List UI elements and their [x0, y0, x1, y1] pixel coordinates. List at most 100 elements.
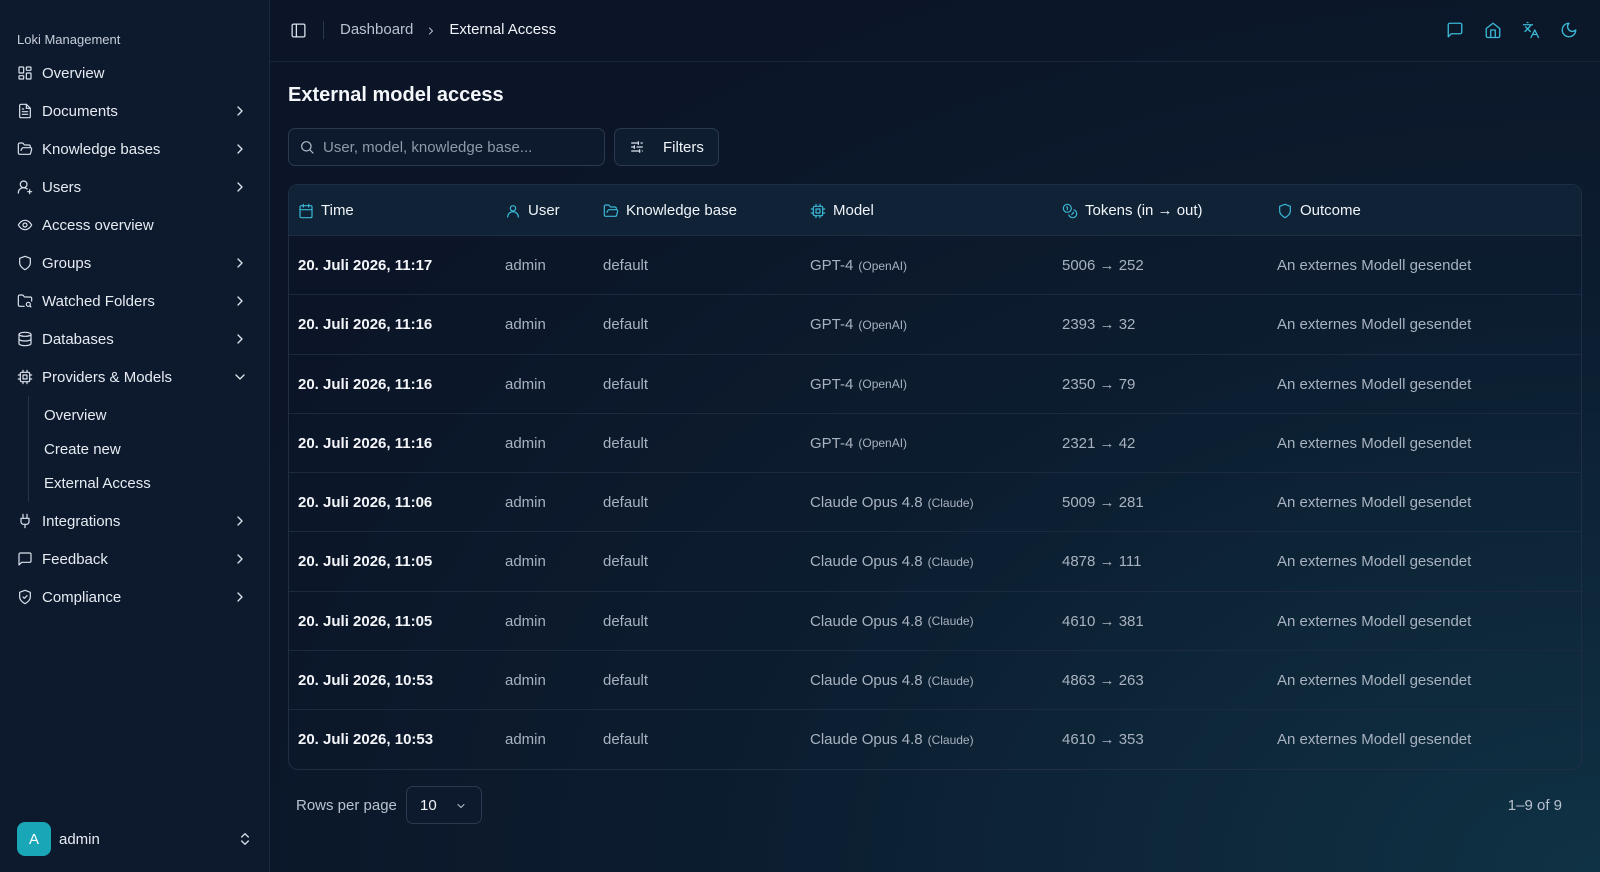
chevron-right-icon — [232, 589, 248, 605]
table-row[interactable]: 20. Juli 2026, 11:17 admin default GPT-4 (Op… — [289, 236, 1581, 296]
user-plus-icon — [17, 179, 33, 195]
pagination-range: 1–9 of 9 — [1507, 797, 1562, 814]
search-box — [288, 128, 605, 166]
table-header: Time User Knowledge base Model Tokens (i… — [289, 185, 1581, 236]
cell-model: GPT-4 (OpenAI) — [810, 295, 907, 354]
sidebar-toggle-icon[interactable] — [290, 22, 307, 39]
subnav-item-create-new[interactable]: Create new — [29, 432, 270, 466]
topbar-actions — [1428, 21, 1580, 41]
chevrons-up-down-icon — [237, 831, 253, 847]
divider — [323, 21, 324, 39]
message-icon[interactable] — [1446, 21, 1466, 41]
table-row[interactable]: 20. Juli 2026, 11:16 admin default GPT-4 (Op… — [289, 414, 1581, 474]
chevron-down-icon — [455, 799, 467, 811]
cell-model: GPT-4 (OpenAI) — [810, 414, 907, 473]
subnav-item-external-access[interactable]: External Access — [29, 466, 270, 500]
column-label: User — [528, 202, 560, 219]
table-row[interactable]: 20. Juli 2026, 10:53 admin default Claude O… — [289, 651, 1581, 711]
model-name: Claude Opus 4.8 — [810, 553, 923, 571]
user-menu[interactable]: A admin — [17, 822, 253, 856]
sidebar-item-feedback[interactable]: Feedback — [0, 540, 270, 578]
model-name: Claude Opus 4.8 — [810, 612, 923, 630]
home-icon[interactable] — [1484, 21, 1504, 41]
rows-per-page-select[interactable]: 10 — [406, 786, 482, 824]
table-row[interactable]: 20. Juli 2026, 11:06 admin default Claude O… — [289, 473, 1581, 533]
sidebar-item-label: Watched Folders — [42, 292, 155, 310]
eye-icon — [17, 217, 33, 233]
subnav-item-overview[interactable]: Overview — [29, 398, 270, 432]
cell-user: admin — [505, 553, 546, 571]
column-model[interactable]: Model — [810, 185, 874, 236]
cell-user: admin — [505, 612, 546, 630]
table-row[interactable]: 20. Juli 2026, 10:53 admin default Claude O… — [289, 710, 1581, 769]
cell-model: Claude Opus 4.8 (Claude) — [810, 592, 974, 651]
translate-icon[interactable] — [1522, 21, 1542, 41]
sidebar-item-overview[interactable]: Overview — [0, 54, 270, 92]
cell-time: 20. Juli 2026, 11:05 — [298, 553, 433, 571]
cell-user: admin — [505, 375, 546, 393]
shield-icon — [17, 255, 33, 271]
filters-label: Filters — [663, 138, 704, 156]
cell-model: GPT-4 (OpenAI) — [810, 236, 907, 295]
cell-outcome: An externes Modell gesendet — [1277, 553, 1472, 571]
breadcrumb-dashboard[interactable]: Dashboard — [340, 21, 413, 38]
sidebar-item-label: Groups — [42, 254, 92, 272]
model-provider: (OpenAI) — [858, 317, 908, 332]
column-outcome[interactable]: Outcome — [1277, 185, 1361, 236]
search-input[interactable] — [323, 129, 598, 165]
cell-outcome: An externes Modell gesendet — [1277, 375, 1472, 393]
column-label: Tokens (in → out) — [1085, 202, 1203, 219]
cell-outcome: An externes Modell gesendet — [1277, 316, 1472, 334]
cell-tokens: 4610 → 353 — [1062, 731, 1144, 749]
chevron-right-icon — [232, 293, 248, 309]
table-row[interactable]: 20. Juli 2026, 11:16 admin default GPT-4 (Op… — [289, 355, 1581, 414]
sidebar-item-knowledge-bases[interactable]: Knowledge bases — [0, 130, 270, 168]
cell-tokens: 4878 → 111 — [1062, 553, 1142, 571]
cell-outcome: An externes Modell gesendet — [1277, 494, 1472, 512]
table-row[interactable]: 20. Juli 2026, 11:05 admin default Claude O… — [289, 532, 1581, 592]
sidebar-item-label: Integrations — [42, 512, 121, 530]
column-time[interactable]: Time — [298, 185, 354, 236]
cell-outcome: An externes Modell gesendet — [1277, 434, 1472, 452]
table-row[interactable]: 20. Juli 2026, 11:16 admin default GPT-4 (Op… — [289, 295, 1581, 355]
cell-tokens: 5009 → 281 — [1062, 494, 1144, 512]
filters-button[interactable]: Filters — [614, 128, 719, 166]
cell-tokens: 2321 → 42 — [1062, 434, 1136, 452]
table-row[interactable]: 20. Juli 2026, 11:05 admin default Claude O… — [289, 592, 1581, 652]
sidebar-item-integrations[interactable]: Integrations — [0, 502, 270, 540]
cell-outcome: An externes Modell gesendet — [1277, 257, 1472, 274]
model-name: GPT-4 — [810, 375, 854, 393]
cell-time: 20. Juli 2026, 11:16 — [298, 316, 433, 334]
sidebar-item-groups[interactable]: Groups — [0, 244, 270, 282]
cell-model: Claude Opus 4.8 (Claude) — [810, 473, 974, 532]
folder-icon — [603, 203, 619, 219]
column-tokens[interactable]: Tokens (in → out) — [1062, 185, 1203, 236]
sidebar-item-documents[interactable]: Documents — [0, 92, 270, 130]
cell-knowledge-base: default — [603, 434, 649, 452]
cell-knowledge-base: default — [603, 257, 649, 274]
sidebar-item-access-overview[interactable]: Access overview — [0, 206, 270, 244]
cell-outcome: An externes Modell gesendet — [1277, 731, 1472, 749]
cell-model: Claude Opus 4.8 (Claude) — [810, 651, 974, 710]
sidebar-item-users[interactable]: Users — [0, 168, 270, 206]
sidebar: Loki Management Overview Documents Knowl… — [0, 0, 270, 872]
cell-time: 20. Juli 2026, 11:17 — [298, 257, 433, 274]
model-provider: (OpenAI) — [858, 436, 908, 451]
cell-knowledge-base: default — [603, 316, 649, 334]
cell-time: 20. Juli 2026, 11:06 — [298, 494, 433, 512]
cell-model: GPT-4 (OpenAI) — [810, 355, 907, 414]
document-icon — [17, 103, 33, 119]
cell-tokens: 2350 → 79 — [1062, 375, 1136, 393]
model-provider: (Claude) — [927, 732, 974, 747]
sidebar-item-databases[interactable]: Databases — [0, 320, 270, 358]
sidebar-item-watched-folders[interactable]: Watched Folders — [0, 282, 270, 320]
sidebar-item-providers-models[interactable]: Providers & Models — [0, 358, 270, 396]
user-name: admin — [59, 830, 100, 848]
user-icon — [505, 203, 521, 219]
sidebar-item-compliance[interactable]: Compliance — [0, 578, 270, 616]
model-name: GPT-4 — [810, 257, 854, 274]
column-knowledge-base[interactable]: Knowledge base — [603, 185, 737, 236]
cell-tokens: 5006 → 252 — [1062, 257, 1144, 274]
column-user[interactable]: User — [505, 185, 560, 236]
moon-icon[interactable] — [1560, 21, 1580, 41]
